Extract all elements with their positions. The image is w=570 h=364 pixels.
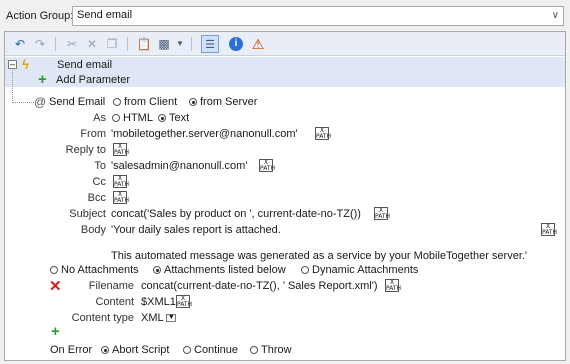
to-label: To — [94, 160, 106, 172]
radio-dynamic-attachments[interactable]: Dynamic Attachments — [301, 264, 418, 276]
lightning-icon: ϟ — [22, 57, 29, 72]
radio-as-text[interactable]: Text — [158, 112, 189, 124]
collapse-icon[interactable]: – — [8, 60, 17, 69]
radio-abort-script[interactable]: Abort Script — [101, 344, 169, 356]
info-icon[interactable]: i — [229, 37, 243, 51]
dropdown-icon[interactable]: ▼ — [171, 35, 189, 53]
cut-icon[interactable]: ✂ — [63, 35, 81, 53]
as-label: As — [93, 112, 106, 124]
copy-icon[interactable]: ❐ — [103, 35, 121, 53]
add-attachment-icon[interactable]: + — [51, 323, 60, 340]
xpath-icon[interactable]: X PATH — [385, 279, 401, 292]
paste-icon[interactable]: 📋 — [135, 35, 153, 53]
radio-from-client[interactable]: from Client — [113, 96, 177, 108]
content-type-select[interactable]: XML ▼ — [141, 312, 177, 324]
radio-from-server[interactable]: from Server — [189, 96, 257, 108]
xpath-icon[interactable]: X PATH — [541, 223, 557, 236]
tree-line — [12, 70, 13, 103]
from-label: From — [80, 128, 106, 140]
xpath-icon[interactable]: X PATH — [259, 159, 275, 172]
undo-icon[interactable]: ↶ — [11, 35, 29, 53]
xpath-icon[interactable]: X PATH — [176, 295, 192, 308]
subject-value[interactable]: concat('Sales by product on ', current-d… — [111, 208, 361, 220]
redo-icon[interactable]: ↷ — [31, 35, 49, 53]
from-value[interactable]: 'mobiletogether.server@nanonull.com' — [111, 128, 298, 140]
action-group-value: Send email — [77, 9, 133, 21]
radio-continue[interactable]: Continue — [183, 344, 238, 356]
body-line-1[interactable]: 'Your daily sales report is attached. — [111, 224, 281, 236]
to-value[interactable]: 'salesadmin@nanonull.com' — [111, 160, 247, 172]
add-parameter-icon[interactable]: + — [38, 71, 47, 88]
action-title: Send email — [57, 59, 113, 71]
content-label: Content — [95, 296, 134, 308]
chevron-down-icon: ∨ — [551, 10, 559, 21]
bcc-label: Bcc — [87, 192, 106, 204]
xpath-icon[interactable]: X PATH — [113, 191, 129, 204]
at-icon: @ — [34, 95, 47, 109]
add-parameter-link[interactable]: Add Parameter — [56, 74, 130, 86]
radio-attachments-listed[interactable]: Attachments listed below — [153, 264, 286, 276]
list-view-icon[interactable]: ☰ — [201, 35, 219, 53]
radio-no-attachments[interactable]: No Attachments — [50, 264, 139, 276]
subject-label: Subject — [69, 208, 106, 220]
filename-label: Filename — [88, 280, 134, 292]
action-group-label: Action Group: — [6, 10, 74, 22]
body-label: Body — [80, 224, 106, 236]
action-group-select[interactable]: Send email ∨ — [72, 6, 564, 26]
radio-as-html[interactable]: HTML — [112, 112, 153, 124]
xpath-icon[interactable]: X PATH — [374, 207, 390, 220]
xpath-icon[interactable]: X PATH — [315, 127, 331, 140]
chevron-down-icon: ▼ — [166, 314, 177, 323]
tree-line — [12, 102, 34, 103]
send-email-label: Send Email — [49, 96, 106, 108]
toolbar: ↶ ↷ ✂ ✕ ❐ 📋 ▩ ▼ ☰ i ⚠ — [5, 32, 565, 56]
delete-icon[interactable]: ✕ — [83, 35, 101, 53]
content-value[interactable]: $XML1 — [141, 296, 176, 308]
on-error-label: On Error — [50, 344, 93, 356]
warning-icon[interactable]: ⚠ — [249, 35, 267, 53]
filename-value[interactable]: concat(current-date-no-TZ(), ' Sales Rep… — [141, 280, 378, 292]
body-line-2[interactable]: This automated message was generated as … — [111, 250, 527, 262]
xpath-icon[interactable]: X PATH — [113, 175, 129, 188]
cc-label: Cc — [92, 176, 106, 188]
reply-to-label: Reply to — [65, 144, 106, 156]
xpath-icon[interactable]: X PATH — [113, 143, 129, 156]
radio-throw[interactable]: Throw — [250, 344, 292, 356]
